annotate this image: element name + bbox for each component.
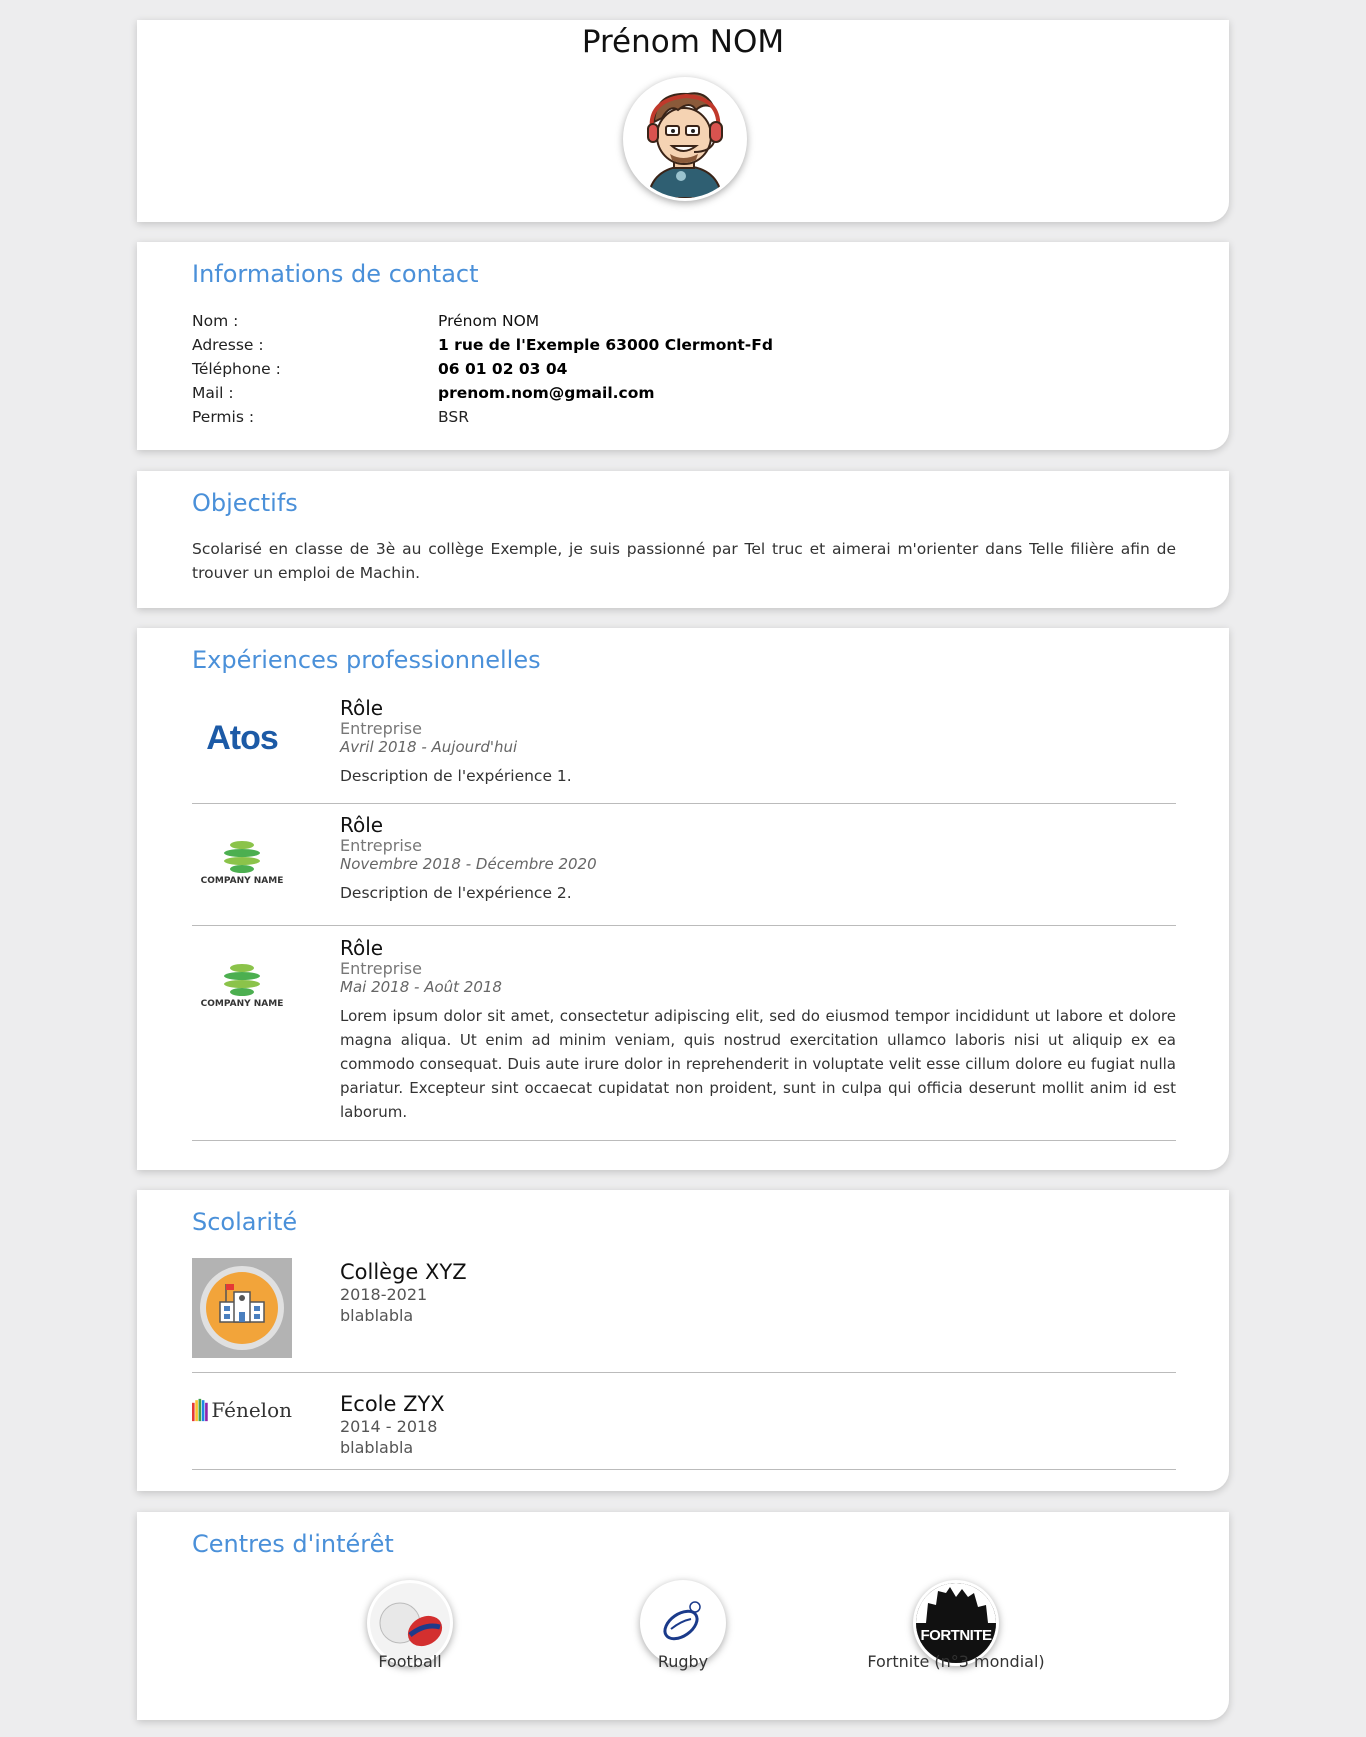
experiences-card: Expériences professionnelles Atos Rôle E… <box>137 628 1229 1170</box>
fortnite-graphic <box>916 1583 996 1663</box>
objectives-section-title: Objectifs <box>192 489 298 517</box>
football-graphic <box>370 1583 450 1663</box>
experience-role: Rôle <box>340 936 384 960</box>
interest-item: FORTNITE Fortnite (n°3 mondial) <box>856 1580 1056 1671</box>
interest-label: Rugby <box>657 1652 709 1671</box>
contact-label: Permis : <box>192 408 255 426</box>
cv-page: Prénom NOM Informations de contact Nom:… <box>0 0 1366 1737</box>
school-description: blablabla <box>340 1438 414 1457</box>
interests-card: Centres d'intérêt Football Rugby FORTNIT… <box>137 1512 1229 1720</box>
school-description: blablabla <box>340 1306 414 1325</box>
contact-value: 1 rue de l'Exemple 63000 Clermont-Fd <box>438 336 773 354</box>
fortnite-wordmark: FORTNITE <box>920 1627 993 1644</box>
contact-card: Informations de contact Nom : Prénom NOM… <box>137 242 1229 450</box>
objectives-text: Scolarisé en classe de 3è au collège Exe… <box>192 540 1176 582</box>
interest-item: Rugby <box>583 1580 783 1671</box>
interest-label: Football <box>378 1652 442 1671</box>
experience-item: COMPANY NAME Rôle Entreprise Mai 2018 - … <box>192 936 1176 1141</box>
contact-label: Téléphone : <box>192 360 281 378</box>
company-name-logo: COMPANY NAME <box>192 946 292 1026</box>
school-building-graphic <box>200 1266 284 1350</box>
contact-value: 06 01 02 03 04 <box>438 360 568 378</box>
experience-company: Entreprise <box>340 959 422 978</box>
contact-value[interactable]: prenom.nom@gmail.com <box>438 384 655 402</box>
experience-description: Description de l'expérience 2. <box>340 884 572 902</box>
school-item: Collège XYZ 2018-2021 blablabla <box>192 1258 1176 1373</box>
school-name: Collège XYZ <box>340 1260 467 1284</box>
contact-label: Adresse : <box>192 336 264 354</box>
contact-row-address: Adresse : 1 rue de l'Exemple 63000 Clerm… <box>192 336 1172 360</box>
experience-dates: Mai 2018 - Août 2018 <box>340 978 502 996</box>
schooling-card: Scolarité Collège XYZ 2018-2021 blablabl… <box>137 1190 1229 1491</box>
interest-label: Fortnite (n°3 mondial) <box>867 1652 1045 1671</box>
rugby-graphic <box>643 1583 723 1663</box>
contact-row-phone: Téléphone : 06 01 02 03 04 <box>192 360 1172 384</box>
experience-company: Entreprise <box>340 719 422 738</box>
atos-logo-text: Atos <box>206 718 279 757</box>
striped-globe-icon <box>224 841 260 873</box>
header-card: Prénom NOM <box>137 20 1229 222</box>
company-name-logo-text: COMPANY NAME <box>200 876 284 886</box>
experience-role: Rôle <box>340 813 384 837</box>
experience-role: Rôle <box>340 696 384 720</box>
contact-row-name: Nom : Prénom NOM <box>192 312 1172 336</box>
company-name-logo-text: COMPANY NAME <box>200 999 284 1009</box>
atos-logo: Atos <box>192 698 292 778</box>
school-building-icon <box>192 1258 292 1358</box>
experience-item: Atos Rôle Entreprise Avril 2018 - Aujour… <box>192 696 1176 804</box>
experience-description: Description de l'expérience 1. <box>340 767 572 785</box>
company-name-logo: COMPANY NAME <box>192 823 292 903</box>
contact-label: Nom : <box>192 312 239 330</box>
experience-dates: Novembre 2018 - Décembre 2020 <box>340 855 597 873</box>
striped-globe-icon <box>224 964 260 996</box>
contact-value: BSR <box>438 408 469 426</box>
experience-item: COMPANY NAME Rôle Entreprise Novembre 20… <box>192 813 1176 926</box>
experience-company: Entreprise <box>340 836 422 855</box>
page-title: Prénom NOM <box>581 24 785 60</box>
school-years: 2014 - 2018 <box>340 1417 438 1436</box>
contact-label: Mail : <box>192 384 234 402</box>
contact-row-mail: Mail : prenom.nom@gmail.com <box>192 384 1172 408</box>
school-years: 2018-2021 <box>340 1285 428 1304</box>
cartoon-gamer-avatar-icon <box>626 80 744 198</box>
objectives-card: Objectifs Scolarisé en classe de 3è au c… <box>137 471 1229 608</box>
school-item: Fénelon Ecole ZYX 2014 - 2018 blablabla <box>192 1382 1176 1470</box>
contact-section-title: Informations de contact <box>192 260 479 288</box>
experience-description: Lorem ipsum dolor sit amet, consectetur … <box>340 1007 1176 1121</box>
contact-value: Prénom NOM <box>438 312 540 330</box>
school-name: Ecole ZYX <box>340 1392 445 1416</box>
interests-section-title: Centres d'intérêt <box>192 1530 394 1558</box>
experiences-section-title: Expériences professionnelles <box>192 646 541 674</box>
contact-row-license: Permis : BSR <box>192 408 1172 432</box>
interest-item: Football <box>310 1580 510 1671</box>
fenelon-logo-text: Fénelon <box>211 1398 292 1422</box>
experience-dates: Avril 2018 - Aujourd'hui <box>340 738 518 756</box>
fenelon-color-bars-icon <box>192 1398 208 1422</box>
schooling-section-title: Scolarité <box>192 1208 298 1236</box>
avatar <box>623 77 747 201</box>
fenelon-logo: Fénelon <box>192 1390 292 1430</box>
